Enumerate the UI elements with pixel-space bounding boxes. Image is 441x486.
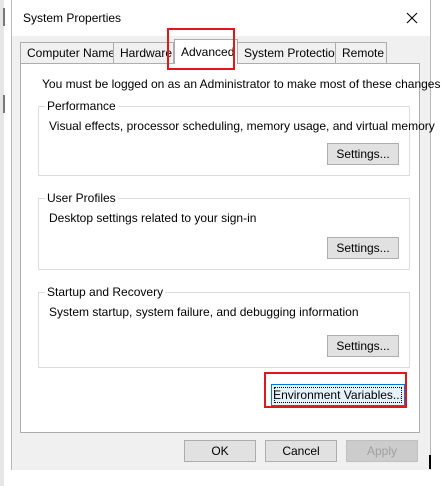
performance-settings-button[interactable]: Settings... — [327, 143, 399, 165]
startup-recovery-group: Startup and Recovery System startup, sys… — [38, 285, 410, 368]
tab-system-protection[interactable]: System Protection — [237, 42, 341, 63]
tab-advanced[interactable]: Advanced — [174, 39, 238, 64]
advanced-tab-panel: You must be logged on as an Administrato… — [20, 63, 441, 433]
system-properties-dialog: System Properties Computer Name Hardware… — [11, 0, 441, 470]
startup-recovery-description: System startup, system failure, and debu… — [49, 305, 359, 319]
user-profiles-settings-button[interactable]: Settings... — [327, 237, 399, 259]
admin-note: You must be logged on as an Administrato… — [42, 77, 441, 91]
tab-remote[interactable]: Remote — [335, 42, 387, 63]
edge-mark — [3, 8, 5, 26]
window-title: System Properties — [23, 11, 122, 25]
user-profiles-legend: User Profiles — [45, 191, 118, 205]
background-window-edge — [0, 0, 5, 486]
user-profiles-group: User Profiles Desktop settings related t… — [38, 191, 410, 270]
environment-variables-button[interactable]: Environment Variables... — [271, 384, 405, 406]
performance-group: Performance Visual effects, processor sc… — [38, 99, 435, 176]
startup-recovery-legend: Startup and Recovery — [45, 285, 166, 299]
tab-hardware[interactable]: Hardware — [113, 42, 174, 63]
tab-computer-name[interactable]: Computer Name — [20, 42, 115, 63]
ok-button[interactable]: OK — [184, 440, 256, 462]
close-button[interactable] — [394, 4, 430, 32]
close-icon — [406, 12, 418, 24]
cancel-button[interactable]: Cancel — [265, 440, 337, 462]
apply-button[interactable]: Apply — [346, 440, 418, 462]
performance-description: Visual effects, processor scheduling, me… — [49, 119, 435, 133]
focus-rectangle — [274, 387, 402, 403]
startup-recovery-settings-button[interactable]: Settings... — [327, 335, 399, 357]
edge-mark — [3, 95, 5, 113]
text-cursor — [429, 455, 431, 469]
performance-legend: Performance — [45, 99, 118, 113]
user-profiles-description: Desktop settings related to your sign-in — [49, 211, 257, 225]
title-bar: System Properties — [12, 0, 430, 36]
